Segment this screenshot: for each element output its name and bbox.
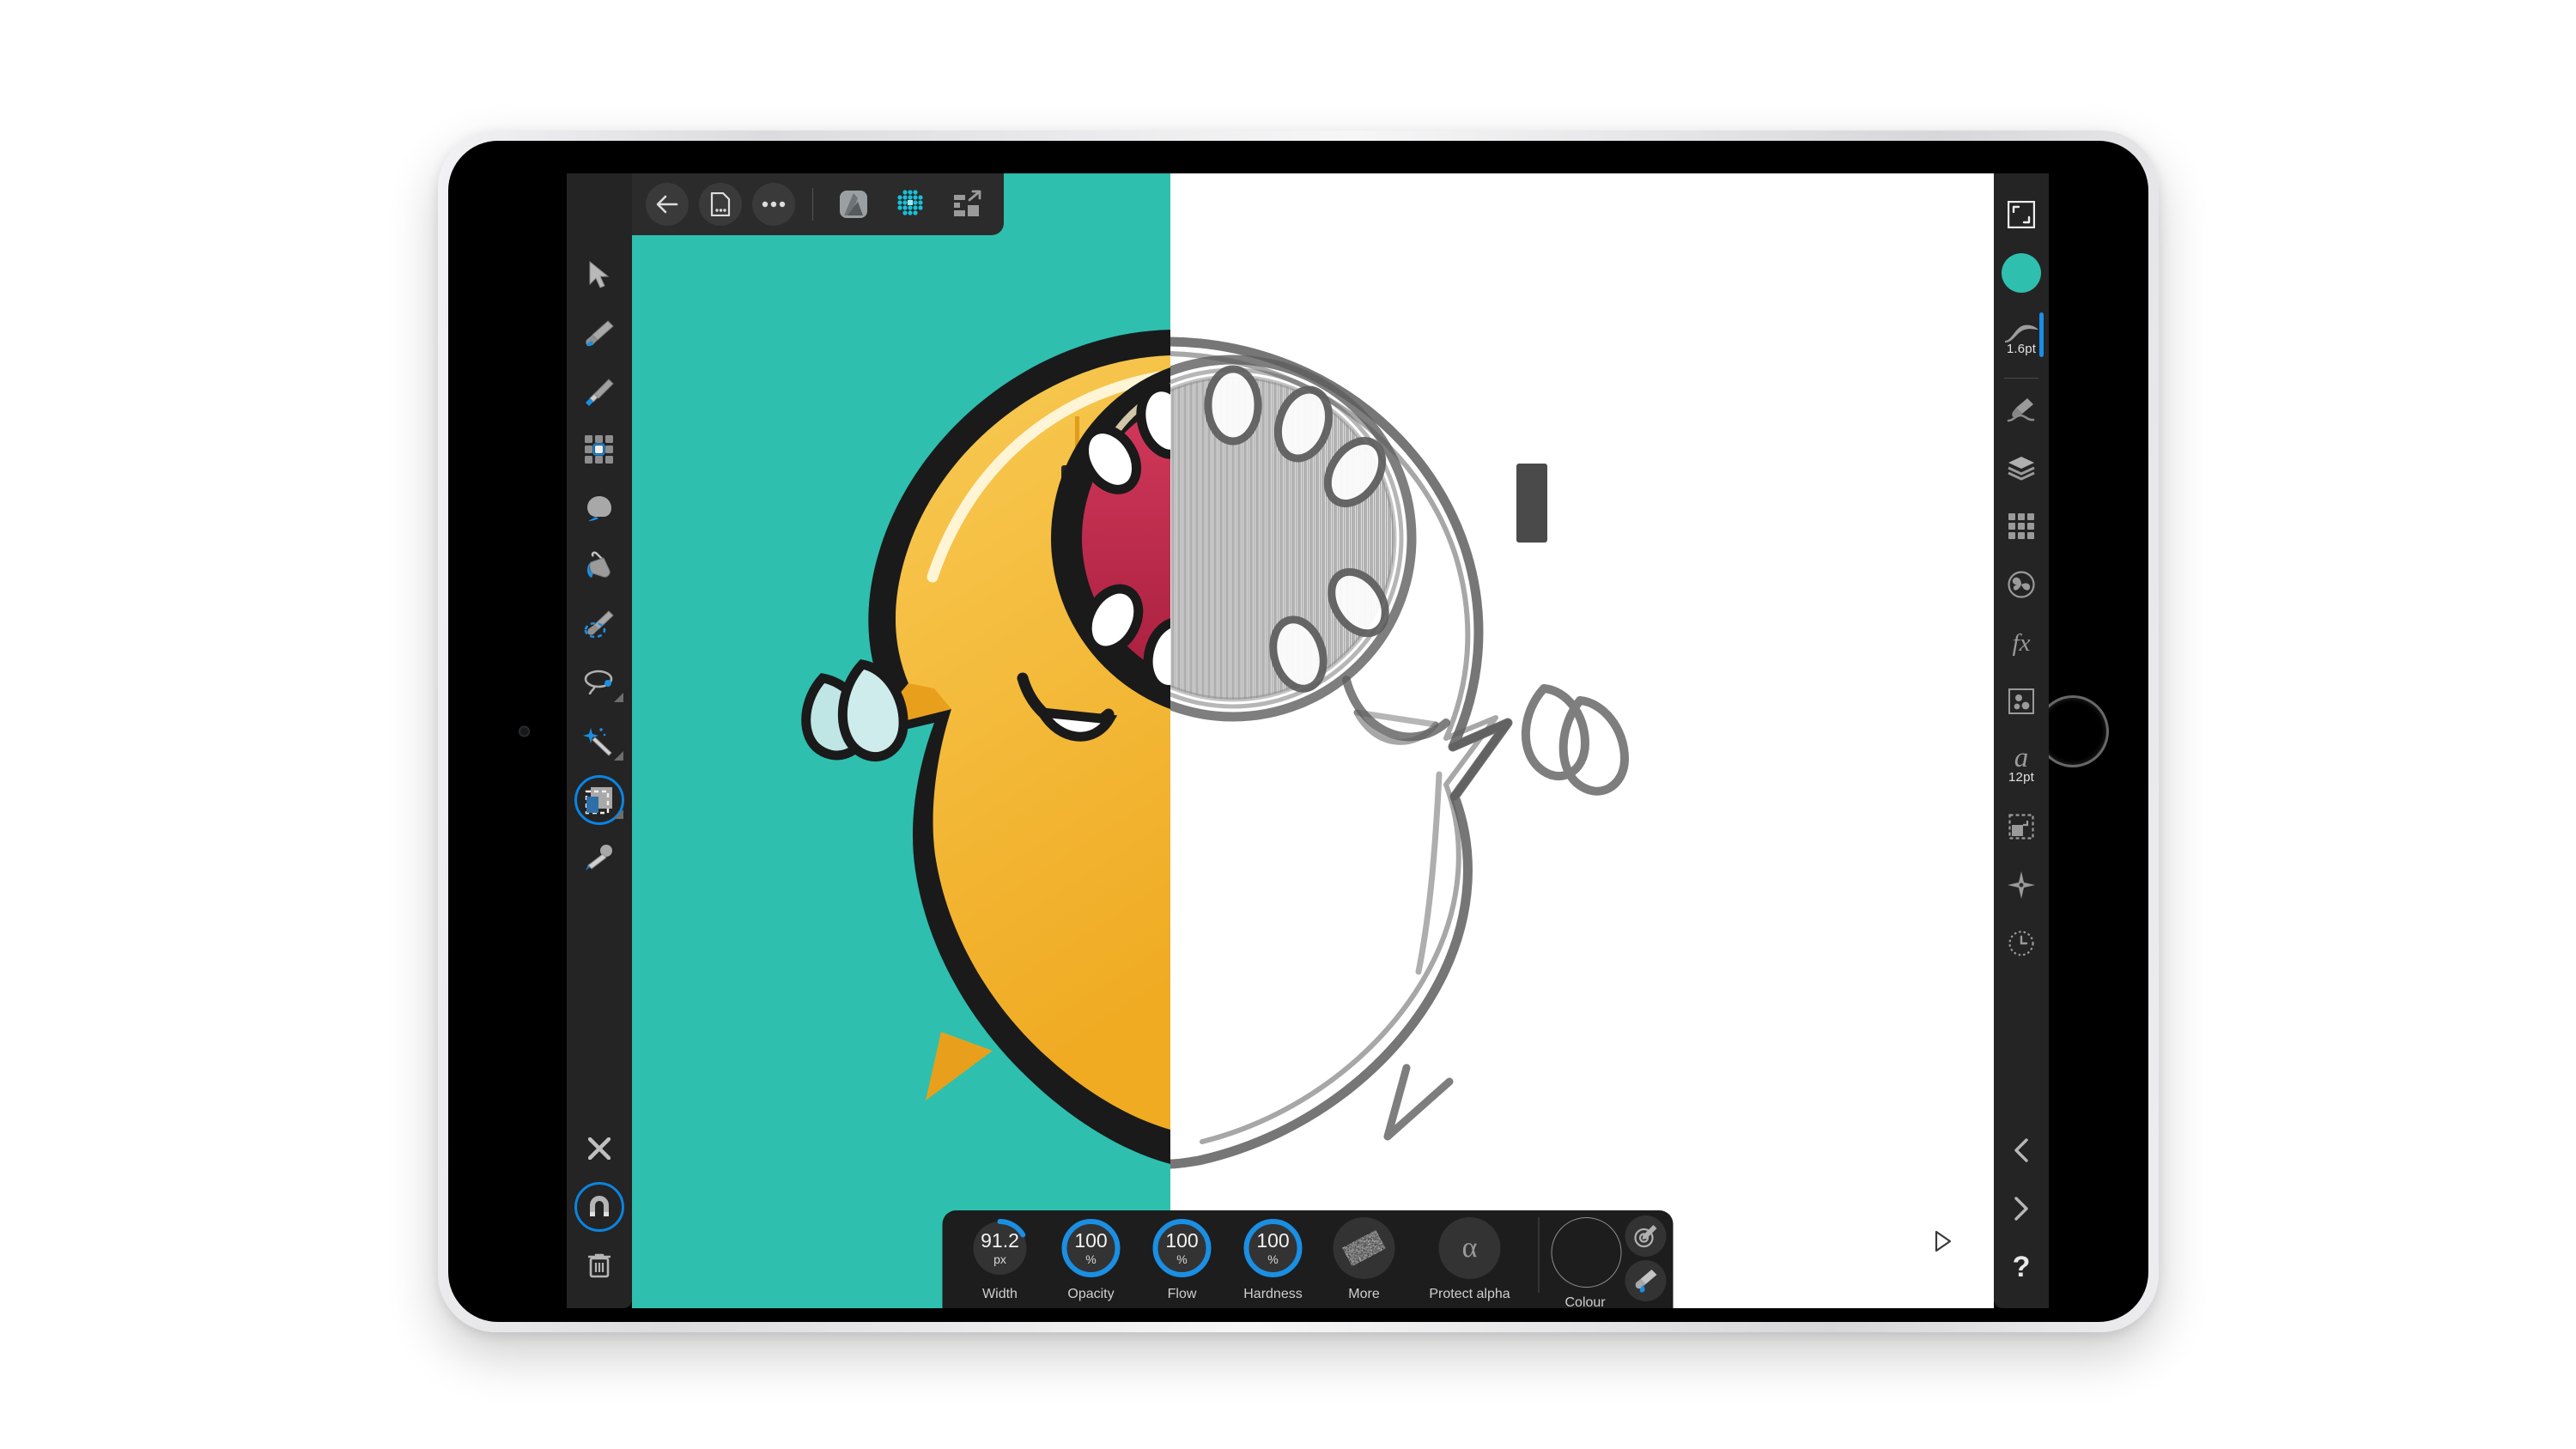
tool-smudge[interactable] (567, 479, 632, 537)
eye-pupil-right (1516, 464, 1547, 543)
ipad-device: 1.6pt fx a 12pt ? 91.2 px Width 100 % Op… (438, 130, 2159, 1332)
tool-paint-brush[interactable] (567, 304, 632, 362)
top-command-bar (632, 173, 1004, 235)
flow-unit: % (1176, 1252, 1188, 1266)
hardness-control[interactable]: 100 % Hardness (1228, 1217, 1319, 1302)
width-label: Width (982, 1287, 1018, 1301)
brush-droplet-icon[interactable] (1625, 1260, 1667, 1301)
colour-control[interactable]: Colour (1548, 1216, 1667, 1308)
protect-alpha-label: Protect alpha (1429, 1287, 1510, 1301)
fx-icon: fx (2012, 628, 2031, 657)
flow-dial[interactable]: 100 % (1151, 1217, 1213, 1279)
panel-transform[interactable] (1994, 797, 2049, 856)
panel-character[interactable]: a 12pt (1994, 731, 2049, 797)
width-value: 91.2 (981, 1229, 1019, 1252)
tool-colour-picker[interactable] (567, 829, 632, 888)
expand-panel-button[interactable] (1934, 1230, 1953, 1257)
brush-context-bar: 91.2 px Width 100 % Opacity 100 % Flow 1… (942, 1210, 1674, 1308)
flow-value: 100 (1165, 1229, 1199, 1252)
stroke-edit-icon[interactable] (1625, 1216, 1667, 1257)
opacity-label: Opacity (1067, 1287, 1115, 1301)
hardness-dial[interactable]: 100 % (1242, 1217, 1304, 1279)
tool-delete[interactable] (567, 1236, 632, 1294)
tool-flood-fill[interactable] (567, 537, 632, 596)
panel-crop-preview[interactable] (1994, 185, 2049, 244)
screenshot-scene: 1.6pt fx a 12pt ? 91.2 px Width 100 % Op… (0, 0, 2576, 1449)
document-button[interactable] (699, 183, 742, 226)
tool-rail (567, 173, 632, 1308)
artwork-svg (632, 173, 1994, 1308)
panel-history[interactable] (1994, 914, 2049, 973)
rail-divider (2004, 378, 2038, 379)
tool-flood-select[interactable] (567, 712, 632, 771)
back-button[interactable] (646, 183, 689, 226)
colour-preview-ring[interactable] (1551, 1217, 1622, 1288)
tool-move[interactable] (567, 246, 632, 304)
protect-alpha-control[interactable]: α Protect alpha (1410, 1217, 1530, 1302)
panel-swatches[interactable] (1994, 497, 2049, 555)
tool-erase-brush[interactable] (567, 596, 632, 654)
submenu-corner (614, 809, 623, 819)
tool-pixel[interactable] (567, 362, 632, 421)
text-a-icon: a (2014, 742, 2029, 773)
submenu-corner (614, 693, 623, 702)
panel-effects[interactable]: fx (1994, 614, 2049, 672)
persona-designer-button[interactable] (830, 183, 877, 226)
affinity-app-viewport: 1.6pt fx a 12pt ? 91.2 px Width 100 % Op… (567, 173, 2049, 1308)
persona-export-button[interactable] (944, 183, 990, 226)
tool-deselect[interactable] (567, 1119, 632, 1178)
brush-texture-icon[interactable] (1333, 1217, 1395, 1279)
panel-brushes[interactable] (1994, 380, 2049, 439)
persona-pixel-button[interactable] (887, 183, 933, 226)
stroke-button[interactable]: 1.6pt (1994, 302, 2049, 376)
alpha-icon[interactable]: α (1438, 1217, 1501, 1279)
opacity-dial[interactable]: 100 % (1060, 1217, 1122, 1279)
more-button[interactable] (752, 183, 795, 226)
flow-control[interactable]: 100 % Flow (1137, 1217, 1228, 1302)
character-size-label: 12pt (2008, 769, 2034, 785)
front-camera (519, 725, 530, 737)
tool-dodge-burn[interactable] (567, 421, 632, 479)
opacity-control[interactable]: 100 % Opacity (1046, 1217, 1137, 1302)
undo-button[interactable] (1994, 1121, 2049, 1179)
tears-left (801, 659, 908, 761)
width-unit: px (993, 1252, 1006, 1266)
panel-navigator[interactable] (1994, 856, 2049, 914)
hardness-unit: % (1267, 1252, 1279, 1266)
colour-swatch-button[interactable] (1994, 244, 2049, 302)
toolbar-divider (812, 188, 813, 221)
help-button[interactable]: ? (1994, 1238, 2049, 1296)
flow-label: Flow (1167, 1287, 1197, 1301)
question-mark-icon: ? (2012, 1251, 2031, 1283)
more-control[interactable]: More (1319, 1217, 1410, 1302)
hardness-value: 100 (1256, 1229, 1290, 1252)
opacity-value: 100 (1074, 1229, 1108, 1252)
panel-colour-wheel[interactable] (1994, 555, 2049, 614)
stroke-indicator-bar (2039, 312, 2044, 357)
submenu-corner (614, 751, 623, 761)
redo-button[interactable] (1994, 1179, 2049, 1238)
panel-adjustments[interactable] (1994, 672, 2049, 731)
hardness-label: Hardness (1243, 1287, 1303, 1301)
tool-snapping[interactable] (567, 1178, 632, 1236)
tool-selection-brush[interactable] (567, 654, 632, 712)
more-label: More (1348, 1287, 1380, 1301)
width-control[interactable]: 91.2 px Width (955, 1217, 1046, 1302)
context-divider (1538, 1217, 1540, 1293)
stroke-width-label: 1.6pt (2006, 342, 2037, 356)
tool-marquee-select[interactable] (567, 771, 632, 829)
studio-rail: 1.6pt fx a 12pt ? (1994, 173, 2049, 1308)
canvas-viewport[interactable] (632, 173, 1994, 1308)
width-dial[interactable]: 91.2 px (969, 1217, 1031, 1279)
colour-label: Colour (1564, 1295, 1606, 1308)
opacity-unit: % (1085, 1252, 1097, 1266)
artwork-canvas[interactable] (632, 173, 1994, 1308)
colour-swatch (2002, 253, 2041, 293)
device-bezel: 1.6pt fx a 12pt ? 91.2 px Width 100 % Op… (448, 141, 2148, 1322)
panel-layers[interactable] (1994, 439, 2049, 497)
